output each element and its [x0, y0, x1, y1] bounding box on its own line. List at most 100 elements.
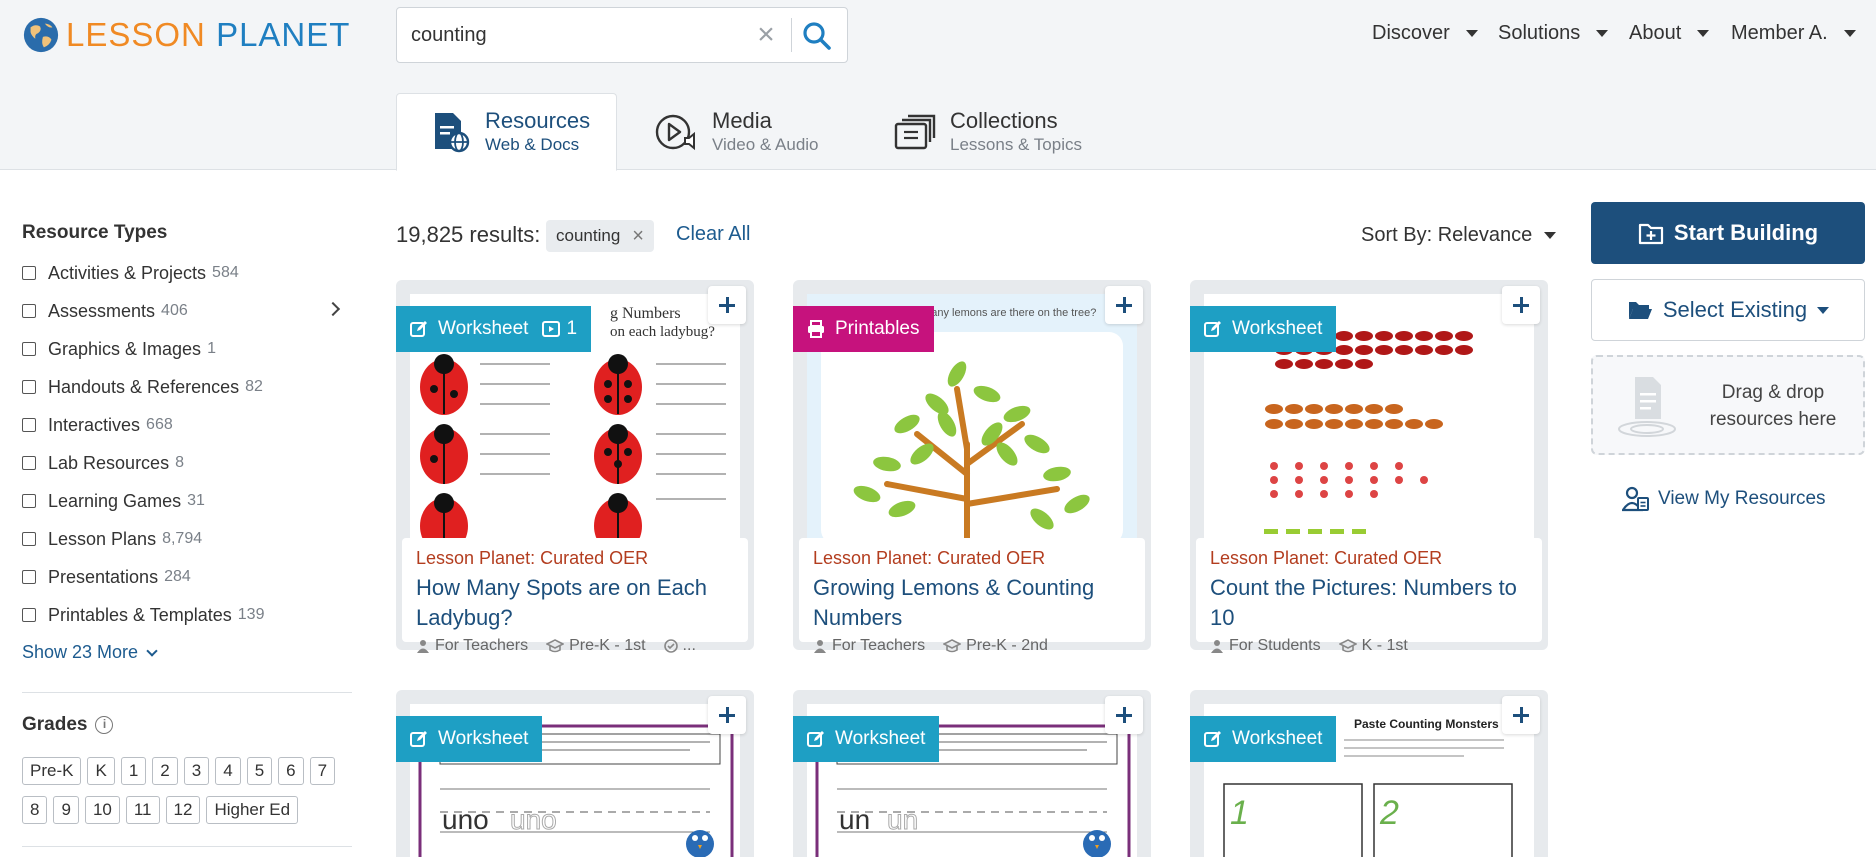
grade-4[interactable]: 4 — [215, 757, 241, 785]
nav-solutions[interactable]: Solutions — [1498, 22, 1609, 45]
grade-range: Pre-K - 1st — [546, 637, 646, 655]
filter-label: Learning Games — [48, 490, 182, 511]
show-more-label: Show 23 More — [22, 642, 139, 662]
drop-zone[interactable]: Drag & drop resources here — [1591, 355, 1865, 455]
filter-interactives[interactable]: Interactives 668 — [22, 406, 352, 444]
checkbox[interactable] — [22, 608, 36, 622]
resource-card[interactable]: un un Worksheet — [793, 690, 1151, 857]
grade-11[interactable]: 11 — [125, 796, 160, 824]
grade-5[interactable]: 5 — [246, 757, 273, 785]
nav-member[interactable]: Member A. — [1731, 22, 1856, 45]
filter-count: 1 — [207, 340, 216, 357]
resource-card[interactable]: How many lemons are there on the tree? P… — [793, 280, 1151, 654]
card-title[interactable]: Growing Lemons & Counting Numbers — [813, 573, 1131, 633]
select-existing-button[interactable]: Select Existing — [1591, 279, 1865, 341]
filter-count: 8,794 — [162, 530, 203, 547]
edit-icon — [1204, 731, 1221, 747]
tab-collections[interactable]: Collections Lessons & Topics — [892, 93, 1132, 171]
checkbox[interactable] — [22, 418, 36, 432]
tab-resources[interactable]: Resources Web & Docs — [396, 93, 617, 171]
badge-label: Worksheet — [438, 318, 529, 339]
filter-printables-templates[interactable]: Printables & Templates 139 — [22, 596, 352, 634]
close-icon[interactable]: × — [632, 220, 644, 252]
filter-graphics-images[interactable]: Graphics & Images 1 — [22, 330, 352, 368]
start-building-button[interactable]: Start Building — [1591, 202, 1865, 264]
card-title[interactable]: Count the Pictures: Numbers to 10 — [1210, 573, 1528, 633]
source-label: Lesson Planet: Curated OER — [813, 548, 1046, 568]
card-info: Lesson Planet: Curated OER How Many Spot… — [402, 538, 748, 654]
sort-dropdown[interactable]: Sort By: Relevance — [1361, 224, 1557, 247]
user-icon — [814, 640, 826, 653]
checkbox[interactable] — [22, 266, 36, 280]
clear-all-link[interactable]: Clear All — [676, 223, 750, 246]
grades-row-2: 8 9 10 11 12 Higher Ed — [22, 796, 299, 824]
resource-card[interactable]: Paste Counting Monsters 1 2 Worksheet — [1190, 690, 1548, 857]
add-to-collection-button[interactable] — [1105, 286, 1143, 324]
checkbox[interactable] — [22, 380, 36, 394]
audience: For Teachers — [416, 637, 528, 655]
resource-card[interactable]: uno uno Worksheet — [396, 690, 754, 857]
filter-label: Handouts & References — [48, 376, 240, 397]
grade-higher-ed[interactable]: Higher Ed — [206, 796, 299, 824]
grade-10[interactable]: 10 — [84, 796, 120, 824]
checkbox[interactable] — [22, 494, 36, 508]
grade-pre-k[interactable]: Pre-K — [22, 757, 82, 785]
active-filter-chip[interactable]: counting × — [546, 220, 654, 252]
filter-count: 284 — [164, 568, 191, 585]
grade-k[interactable]: K — [87, 757, 115, 785]
filter-label: Lab Resources — [48, 452, 170, 473]
folder-plus-icon — [1638, 223, 1663, 245]
filter-handouts-references[interactable]: Handouts & References 82 — [22, 368, 352, 406]
show-more-link[interactable]: Show 23 More — [22, 642, 352, 663]
standards: ... — [663, 637, 696, 655]
filter-sidebar: Resource Types Activities & Projects 584 … — [22, 222, 352, 847]
add-to-collection-button[interactable] — [1502, 696, 1540, 734]
card-title[interactable]: How Many Spots are on Each Ladybug? — [416, 573, 734, 633]
info-icon[interactable]: i — [95, 716, 114, 734]
resource-card[interactable]: g Numbers on each ladybug? Worksheet 1 L… — [396, 280, 754, 654]
logo-planet-text: PLANET — [216, 16, 351, 53]
filter-label: Activities & Projects — [48, 262, 207, 283]
filter-assessments[interactable]: Assessments 406 — [22, 292, 352, 330]
filter-count: 139 — [237, 606, 265, 623]
filter-lab-resources[interactable]: Lab Resources 8 — [22, 444, 352, 482]
grade-8[interactable]: 8 — [22, 796, 48, 824]
grade-12[interactable]: 12 — [165, 796, 201, 824]
filter-count: 406 — [161, 302, 188, 319]
nav-solutions-label: Solutions — [1498, 22, 1581, 44]
grade-3[interactable]: 3 — [183, 757, 210, 785]
grade-1[interactable]: 1 — [120, 757, 147, 785]
checkbox[interactable] — [22, 456, 36, 470]
tab-media[interactable]: Media Video & Audio — [654, 93, 854, 171]
checkbox[interactable] — [22, 532, 36, 546]
add-to-collection-button[interactable] — [708, 696, 746, 734]
chevron-right-icon[interactable] — [325, 301, 341, 317]
chevron-down-icon — [1817, 306, 1830, 314]
checkbox[interactable] — [22, 342, 36, 356]
grade-range: K - 1st — [1338, 637, 1408, 655]
user-document-icon — [1622, 486, 1649, 512]
add-to-collection-button[interactable] — [1502, 286, 1540, 324]
filter-lesson-plans[interactable]: Lesson Plans 8,794 — [22, 520, 352, 558]
resource-card[interactable]: Worksheet Lesson Planet: Curated OER Cou… — [1190, 280, 1548, 654]
checkbox[interactable] — [22, 304, 36, 318]
filter-presentations[interactable]: Presentations 284 — [22, 558, 352, 596]
view-my-resources-link[interactable]: View My Resources — [1622, 486, 1826, 512]
filter-count: 668 — [146, 416, 173, 433]
lesson-planet-logo[interactable]: LESSON PLANET — [22, 16, 350, 54]
filter-learning-games[interactable]: Learning Games 31 — [22, 482, 352, 520]
audience: For Teachers — [813, 637, 925, 655]
add-to-collection-button[interactable] — [708, 286, 746, 324]
checkbox[interactable] — [22, 570, 36, 584]
search-icon[interactable] — [801, 20, 833, 52]
grade-2[interactable]: 2 — [152, 757, 178, 785]
nav-discover[interactable]: Discover — [1372, 22, 1478, 45]
add-to-collection-button[interactable] — [1105, 696, 1143, 734]
search-input[interactable] — [411, 20, 711, 50]
filter-activities-projects[interactable]: Activities & Projects 584 — [22, 254, 352, 292]
clear-search-icon[interactable]: × — [751, 20, 781, 51]
grade-9[interactable]: 9 — [53, 796, 79, 824]
grade-7[interactable]: 7 — [309, 757, 336, 785]
grade-6[interactable]: 6 — [278, 757, 304, 785]
nav-about[interactable]: About — [1629, 22, 1710, 45]
